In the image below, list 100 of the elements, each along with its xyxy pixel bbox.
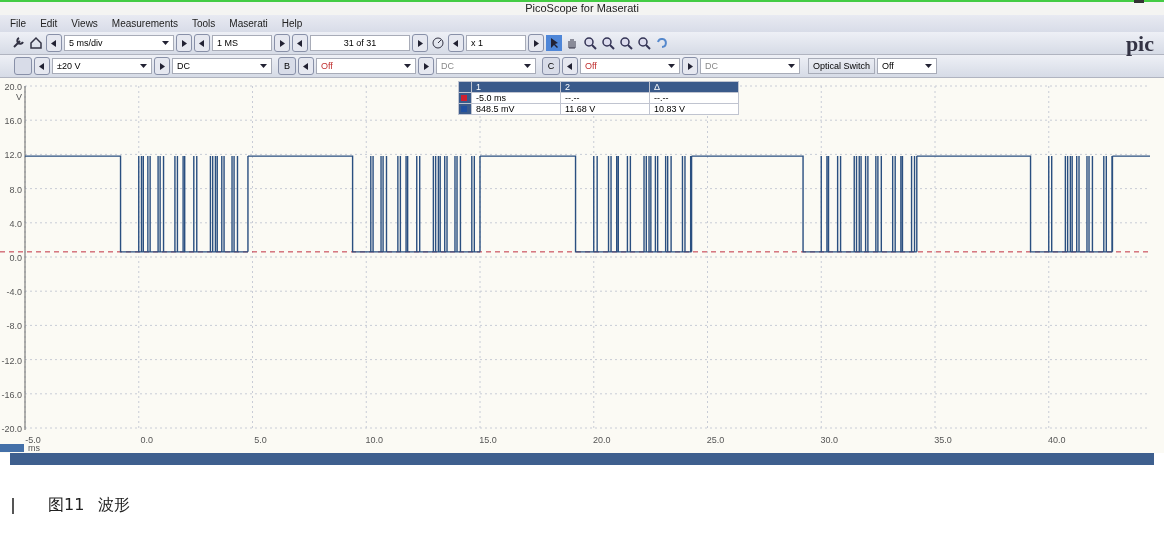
x-tick-label: 35.0	[934, 435, 952, 445]
y-tick-label: 16.0	[4, 116, 22, 127]
coupling-dropdown[interactable]: DC	[436, 58, 536, 74]
right-arrow-icon	[423, 62, 429, 70]
left-arrow-icon	[51, 39, 57, 47]
zoom-icon[interactable]	[600, 35, 616, 51]
next-button[interactable]	[274, 34, 290, 52]
x-unit-label: ms	[28, 443, 40, 453]
range-dropdown[interactable]: ±20 V	[52, 58, 152, 74]
left-arrow-icon	[297, 39, 303, 47]
range-dropdown[interactable]: Off	[580, 58, 680, 74]
next-button[interactable]	[154, 57, 170, 75]
caret-icon	[404, 64, 411, 68]
column-header: 2	[560, 81, 650, 93]
right-arrow-icon	[181, 39, 187, 47]
previous-button[interactable]	[292, 34, 308, 52]
menu-item[interactable]: File	[10, 18, 27, 29]
column-header: 1	[471, 81, 561, 93]
caret-icon	[524, 64, 531, 68]
menu-item[interactable]: Edit	[40, 18, 58, 29]
left-arrow-icon	[199, 39, 205, 47]
samples-field[interactable]: 1 MS	[212, 35, 272, 51]
next-button[interactable]	[418, 57, 434, 75]
left-arrow-icon	[39, 62, 45, 70]
x-tick-label: 25.0	[706, 435, 725, 445]
y-unit-label: V	[16, 92, 22, 102]
x-tick-label: 10.0	[365, 435, 383, 445]
caption-marker	[12, 497, 14, 514]
menu-item[interactable]: Help	[281, 18, 303, 29]
menu-item[interactable]: Maserati	[229, 18, 268, 29]
y-tick-label: -16.0	[1, 389, 22, 400]
left-arrow-icon	[567, 62, 573, 70]
table-cell: 848.5 mV	[471, 103, 561, 115]
previous-button[interactable]	[298, 57, 314, 75]
y-tick-label: 20.0	[4, 82, 22, 92]
figure-caption: 波形	[98, 495, 131, 516]
x-tick-label: 30.0	[820, 435, 838, 445]
caret-icon	[925, 64, 933, 68]
channel-button[interactable]: B	[278, 57, 296, 75]
right-arrow-icon	[417, 39, 423, 47]
previous-button[interactable]	[448, 34, 464, 52]
zoom-icon[interactable]	[582, 35, 598, 51]
coupling-dropdown[interactable]: DC	[700, 58, 800, 74]
x-tick-label: 40.0	[1048, 435, 1066, 445]
caret-icon	[668, 64, 675, 68]
right-arrow-icon	[533, 39, 539, 47]
table-cell: 11.68 V	[560, 103, 650, 115]
y-tick-label: 4.0	[9, 218, 22, 229]
table-cell: -5.0 ms	[471, 92, 561, 104]
channel-button[interactable]: C	[542, 57, 560, 75]
pointer-icon[interactable]	[546, 35, 562, 51]
menu-item[interactable]: Tools	[192, 18, 216, 29]
table-cell: --.--	[649, 92, 739, 104]
zoom-icon[interactable]	[618, 35, 634, 51]
y-tick-label: -8.0	[6, 321, 22, 332]
x-tick-label: 15.0	[479, 435, 497, 445]
caret-icon	[162, 41, 169, 45]
previous-button[interactable]	[34, 57, 50, 75]
right-arrow-icon	[159, 62, 165, 70]
table-cell: 10.83 V	[649, 103, 739, 115]
menu-item[interactable]: Views	[71, 18, 98, 29]
y-tick-label: -12.0	[1, 355, 22, 366]
next-button[interactable]	[682, 57, 698, 75]
x-tick-label: 20.0	[593, 435, 611, 445]
timebase-dropdown[interactable]: 5 ms/div	[64, 35, 174, 51]
previous-button[interactable]	[562, 57, 578, 75]
right-arrow-icon	[279, 39, 285, 47]
next-button[interactable]	[176, 34, 192, 52]
left-arrow-icon	[453, 39, 459, 47]
x-tick-label: 5.0	[254, 435, 267, 445]
y-tick-label: -20.0	[1, 424, 22, 434]
column-header: Δ	[649, 81, 739, 93]
previous-button[interactable]	[46, 34, 62, 52]
caret-icon	[140, 64, 147, 68]
optical-switch-label: Optical Switch	[808, 58, 876, 74]
caret-icon	[788, 64, 795, 68]
home-icon[interactable]	[28, 35, 44, 51]
range-dropdown[interactable]: Off	[316, 58, 416, 74]
y-tick-label: 8.0	[9, 184, 22, 195]
optical-switch-dropdown[interactable]: Off	[877, 58, 938, 74]
table-cell: --.--	[560, 92, 650, 104]
next-button[interactable]	[528, 34, 544, 52]
x-tick-label: -5.0	[25, 435, 41, 445]
y-tick-label: 12.0	[4, 150, 22, 161]
x-tick-label: 0.0	[140, 435, 153, 445]
zoom-icon[interactable]	[636, 35, 652, 51]
figure-number: 图11	[48, 495, 85, 516]
zoom-field[interactable]: x 1	[466, 35, 526, 51]
right-arrow-icon	[687, 62, 693, 70]
caret-icon	[260, 64, 267, 68]
left-arrow-icon	[303, 62, 309, 70]
stopwatch-icon[interactable]	[430, 35, 446, 51]
coupling-dropdown[interactable]: DC	[172, 58, 272, 74]
y-tick-label: 0.0	[9, 253, 22, 263]
window-title: PicoScope for Maserati	[525, 2, 639, 15]
next-button[interactable]	[412, 34, 428, 52]
menu-item[interactable]: Measurements	[111, 18, 178, 29]
buffer-field[interactable]: 31 of 31	[310, 35, 410, 51]
y-tick-label: -4.0	[6, 287, 22, 298]
previous-button[interactable]	[194, 34, 210, 52]
